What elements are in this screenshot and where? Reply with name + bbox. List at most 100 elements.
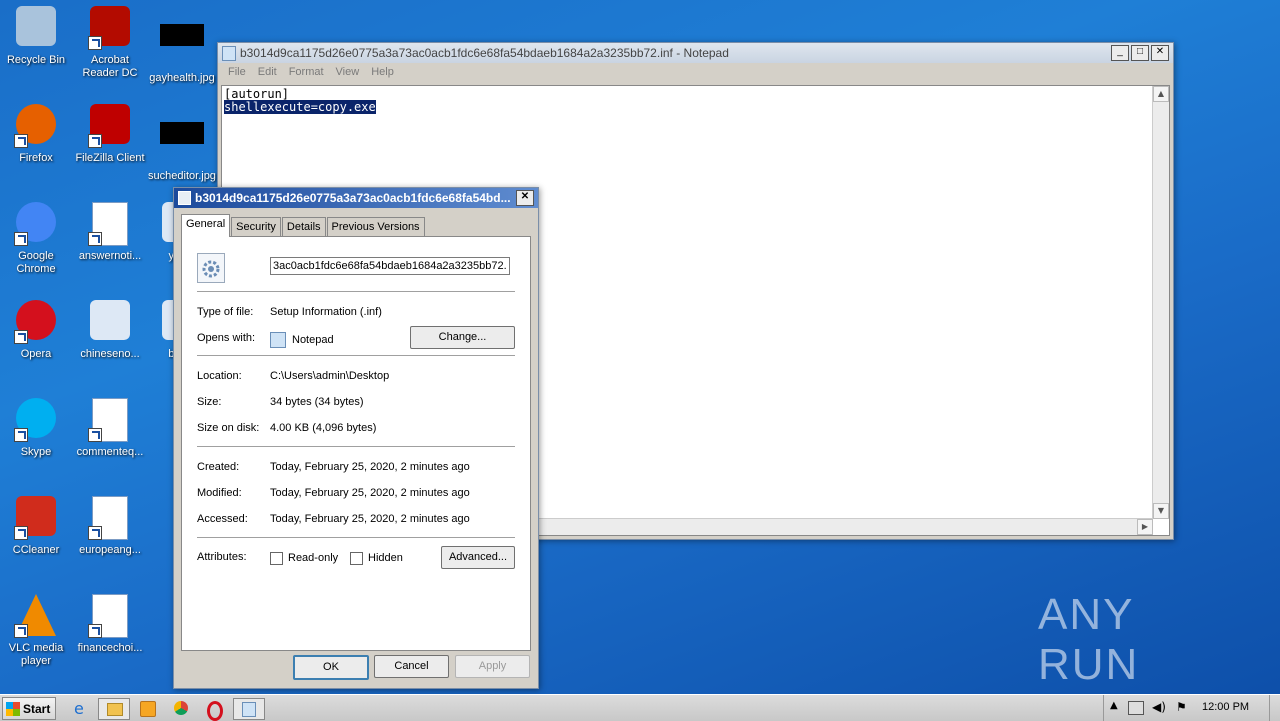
network-icon[interactable]	[1128, 701, 1144, 715]
opera-taskbar-icon[interactable]	[199, 698, 229, 721]
cancel-button[interactable]: Cancel	[374, 655, 449, 678]
desktop-icon[interactable]: chineseno...	[74, 300, 146, 361]
clock[interactable]: 12:00 PM	[1202, 701, 1249, 713]
flag-icon[interactable]: ⚑	[1176, 700, 1187, 714]
notepad-file-icon	[222, 45, 236, 61]
modified-value: Today, February 25, 2020, 2 minutes ago	[270, 487, 470, 499]
system-tray: ▲ ◀) ⚑ 12:00 PM	[1103, 695, 1280, 721]
change-button[interactable]: Change...	[410, 326, 515, 349]
explorer-taskbar-icon[interactable]	[98, 698, 130, 720]
desktop-icon[interactable]: gayhealth.jpg	[146, 6, 218, 85]
created-label: Created:	[197, 461, 240, 473]
media-player-taskbar-icon[interactable]	[132, 698, 162, 718]
desktop-icon[interactable]: answernoti...	[74, 202, 146, 263]
opens-with-label: Opens with:	[197, 332, 256, 344]
shortcut-arrow-icon	[14, 624, 28, 638]
word-document-icon	[88, 496, 132, 540]
filename-field[interactable]	[270, 257, 510, 275]
desktop-icon[interactable]: commenteq...	[74, 398, 146, 459]
opens-with-app: Notepad	[292, 333, 334, 346]
notepad-title: b3014d9ca1175d26e0775a3a73ac0acb1fdc6e68…	[240, 46, 729, 60]
notepad-titlebar[interactable]: b3014d9ca1175d26e0775a3a73ac0acb1fdc6e68…	[218, 43, 1173, 63]
vlc-icon	[14, 594, 58, 638]
image-file-icon	[160, 122, 204, 166]
desktop-icon[interactable]: sucheditor.jpg	[146, 104, 218, 183]
accessed-value: Today, February 25, 2020, 2 minutes ago	[270, 513, 470, 525]
advanced-button[interactable]: Advanced...	[441, 546, 515, 569]
desktop-icon[interactable]: Recycle Bin	[0, 6, 72, 67]
menu-view[interactable]: View	[330, 66, 366, 78]
notepad-icon	[270, 332, 286, 348]
inf-file-icon	[178, 191, 191, 205]
notepad-menubar: File Edit Format View Help	[218, 63, 1173, 81]
vertical-scrollbar[interactable]: ▲ ▼	[1152, 86, 1169, 519]
menu-edit[interactable]: Edit	[252, 66, 283, 78]
start-button[interactable]: Start	[2, 697, 56, 720]
show-desktop-button[interactable]	[1269, 695, 1280, 721]
shortcut-arrow-icon	[14, 232, 28, 246]
desktop-icon[interactable]: VLC media player	[0, 594, 72, 668]
type-label: Type of file:	[197, 306, 254, 318]
desktop-icon[interactable]: Firefox	[0, 104, 72, 165]
tab-details[interactable]: Details	[281, 217, 326, 237]
ok-button[interactable]: OK	[293, 655, 369, 680]
show-hidden-icons-icon[interactable]: ▲	[1110, 700, 1118, 711]
menu-file[interactable]: File	[222, 66, 252, 78]
maximize-button[interactable]: □	[1131, 45, 1149, 61]
tab-general[interactable]: General	[181, 214, 231, 237]
shortcut-arrow-icon	[88, 36, 102, 50]
apply-button[interactable]: Apply	[455, 655, 530, 678]
menu-format[interactable]: Format	[283, 66, 330, 78]
hidden-label: Hidden	[368, 552, 403, 564]
attributes-label: Attributes:	[197, 551, 247, 563]
tab-previous-versions[interactable]: Previous Versions	[326, 217, 425, 237]
desktop-icon-label: CCleaner	[12, 544, 60, 556]
desktop-icon-label: Recycle Bin	[6, 54, 66, 66]
acrobat-reader-icon	[88, 6, 132, 50]
desktop-icon[interactable]: FileZilla Client	[74, 104, 146, 165]
desktop-icon[interactable]: Skype	[0, 398, 72, 459]
tab-security[interactable]: Security	[231, 217, 281, 237]
text-line-2: shellexecute=copy.exe	[224, 100, 1167, 114]
desktop-icon-label: Acrobat Reader DC	[82, 54, 138, 79]
hidden-checkbox[interactable]	[350, 552, 363, 565]
taskbar: Start e ▲ ◀) ⚑ 12:00 PM	[0, 694, 1280, 721]
scroll-down-arrow-icon[interactable]: ▼	[1153, 503, 1169, 519]
desktop-icon[interactable]: Google Chrome	[0, 202, 72, 276]
readonly-label: Read-only	[288, 552, 339, 564]
shortcut-arrow-icon	[88, 526, 102, 540]
word-document-icon	[88, 202, 132, 246]
desktop-icon[interactable]: Acrobat Reader DC	[74, 6, 146, 80]
desktop-icon[interactable]: europeang...	[74, 496, 146, 557]
properties-titlebar[interactable]: b3014d9ca1175d26e0775a3a73ac0acb1fdc6e68…	[174, 188, 538, 208]
gear-file-icon	[197, 253, 225, 283]
volume-icon[interactable]: ◀)	[1152, 700, 1166, 714]
desktop-icon[interactable]: CCleaner	[0, 496, 72, 557]
desktop-icon[interactable]: financechoi...	[74, 594, 146, 655]
chrome-icon	[14, 202, 58, 246]
ie-taskbar-icon[interactable]: e	[66, 698, 96, 718]
menu-help[interactable]: Help	[365, 66, 400, 78]
desktop-icon-label: Skype	[20, 446, 52, 458]
opera-icon	[14, 300, 58, 344]
chrome-taskbar-icon[interactable]	[166, 698, 196, 718]
windows-logo-icon	[6, 701, 20, 716]
readonly-checkbox[interactable]	[270, 552, 283, 565]
notepad-taskbar-icon[interactable]	[233, 698, 265, 720]
selected-text: shellexecute=copy.exe	[224, 100, 376, 114]
desktop-icon-label: europeang...	[79, 544, 141, 556]
minimize-button[interactable]: _	[1111, 45, 1129, 61]
type-value: Setup Information (.inf)	[270, 306, 382, 318]
shortcut-arrow-icon	[88, 232, 102, 246]
dialog-close-button[interactable]: ✕	[516, 190, 534, 206]
scroll-right-arrow-icon[interactable]: ▶	[1137, 519, 1153, 535]
close-button[interactable]: ✕	[1151, 45, 1169, 61]
desktop-icon-label: commenteq...	[76, 446, 144, 458]
scroll-up-arrow-icon[interactable]: ▲	[1153, 86, 1169, 102]
desktop-icon-label: sucheditor.jpg	[148, 170, 216, 182]
desktop-icon-label: gayhealth.jpg	[149, 72, 215, 84]
image-file-icon	[160, 24, 204, 68]
desktop-icon[interactable]: Opera	[0, 300, 72, 361]
shortcut-arrow-icon	[88, 624, 102, 638]
desktop-icon-label: Firefox	[19, 152, 53, 164]
